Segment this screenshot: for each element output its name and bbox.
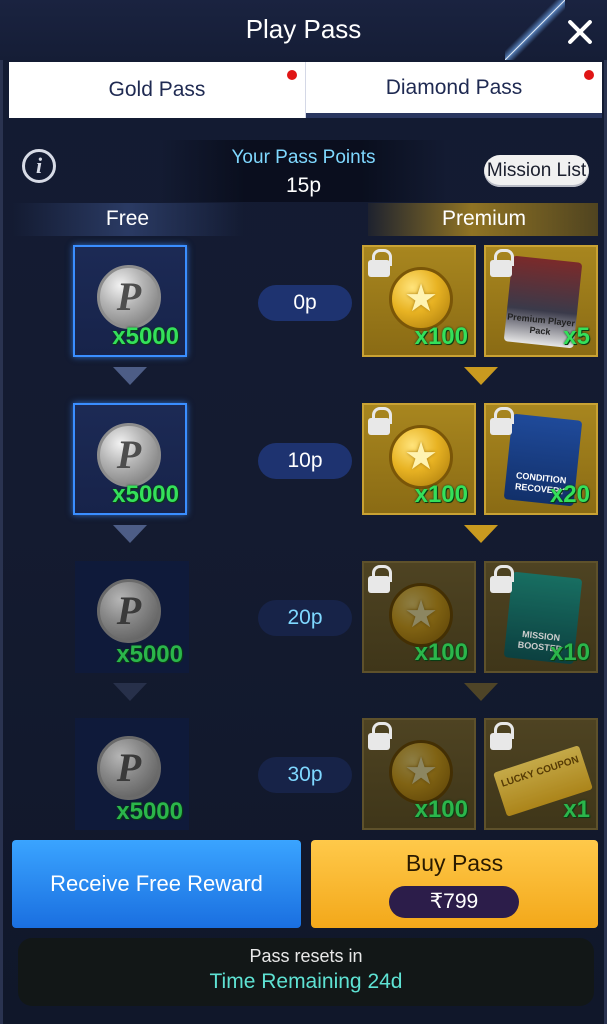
- reward-quantity: x10: [549, 639, 590, 666]
- pass-coin-icon: P: [97, 579, 161, 643]
- premium-reward-30p-coupon[interactable]: LUCKY COUPON x1: [484, 718, 598, 830]
- star-coin-icon: ★: [389, 267, 453, 331]
- chevron-down-icon: [113, 367, 147, 385]
- reward-quantity: x100: [414, 323, 468, 350]
- tab-gold-pass[interactable]: Gold Pass: [9, 62, 306, 118]
- tier-points-badge: 10p: [258, 443, 352, 479]
- lock-icon: [366, 407, 392, 435]
- lock-icon: [366, 565, 392, 593]
- pass-coin-icon: P: [97, 423, 161, 487]
- mission-list-button[interactable]: Mission List: [484, 155, 589, 187]
- star-coin-icon: ★: [389, 740, 453, 804]
- tier-points-badge: 0p: [258, 285, 352, 321]
- free-reward-30p[interactable]: P x5000: [75, 718, 189, 830]
- reset-label: Pass resets in: [249, 946, 363, 966]
- free-reward-0p[interactable]: P x5000: [73, 245, 187, 357]
- free-reward-20p[interactable]: P x5000: [75, 561, 189, 673]
- reward-quantity: x100: [414, 796, 468, 823]
- lock-icon: [488, 565, 514, 593]
- premium-column-label: Premium: [441, 207, 526, 230]
- star-coin-icon: ★: [389, 425, 453, 489]
- lock-icon: [488, 249, 514, 277]
- tier-points-badge: 20p: [258, 600, 352, 636]
- lock-icon: [366, 722, 392, 750]
- chevron-down-icon: [464, 683, 498, 701]
- reward-quantity: x5000: [112, 323, 179, 350]
- reward-quantity: x1: [563, 796, 590, 823]
- premium-reward-20p-coins[interactable]: ★ x100: [362, 561, 476, 673]
- reward-quantity: x100: [414, 639, 468, 666]
- pass-tabs: Gold Pass Diamond Pass: [9, 62, 602, 118]
- premium-reward-10p-coins[interactable]: ★ x100: [362, 403, 476, 515]
- lock-icon: [488, 722, 514, 750]
- buy-pass-label: Buy Pass: [405, 850, 504, 876]
- close-icon[interactable]: [560, 12, 600, 52]
- reward-quantity: x5000: [116, 798, 183, 825]
- premium-reward-0p-coins[interactable]: ★ x100: [362, 245, 476, 357]
- premium-reward-10p-recovery[interactable]: CONDITION RECOVERY x20: [484, 403, 598, 515]
- reset-timer-banner: Pass resets in Time Remaining 24d: [18, 938, 594, 1006]
- notification-dot: [584, 70, 594, 80]
- page-title: Play Pass: [245, 14, 362, 44]
- chevron-down-icon: [464, 525, 498, 543]
- reward-quantity: x100: [414, 481, 468, 508]
- time-remaining: Time Remaining 24d: [209, 970, 403, 993]
- notification-dot: [287, 70, 297, 80]
- tab-label: Diamond Pass: [385, 75, 523, 99]
- chevron-down-icon: [113, 683, 147, 701]
- chevron-down-icon: [464, 367, 498, 385]
- star-coin-icon: ★: [389, 583, 453, 647]
- premium-reward-0p-pack[interactable]: Premium Player Pack x5: [484, 245, 598, 357]
- receive-free-reward-button[interactable]: Receive Free Reward: [12, 840, 301, 928]
- reward-quantity: x5: [563, 323, 590, 350]
- tier-points-badge: 30p: [258, 757, 352, 793]
- reward-quantity: x5000: [116, 641, 183, 668]
- tab-label: Gold Pass: [108, 78, 206, 101]
- premium-reward-20p-booster[interactable]: MISSION BOOSTER x10: [484, 561, 598, 673]
- header-bar: Play Pass: [0, 0, 607, 60]
- free-reward-10p[interactable]: P x5000: [73, 403, 187, 515]
- lock-icon: [366, 249, 392, 277]
- chevron-down-icon: [113, 525, 147, 543]
- lock-icon: [488, 407, 514, 435]
- premium-reward-30p-coins[interactable]: ★ x100: [362, 718, 476, 830]
- free-column-label: Free: [105, 207, 150, 230]
- pass-coin-icon: P: [97, 736, 161, 800]
- buy-pass-button[interactable]: Buy Pass ₹799: [311, 840, 598, 928]
- price-badge: ₹799: [389, 886, 519, 918]
- reward-quantity: x5000: [112, 481, 179, 508]
- reward-quantity: x20: [549, 481, 590, 508]
- pass-coin-icon: P: [97, 265, 161, 329]
- tab-diamond-pass[interactable]: Diamond Pass: [306, 62, 602, 118]
